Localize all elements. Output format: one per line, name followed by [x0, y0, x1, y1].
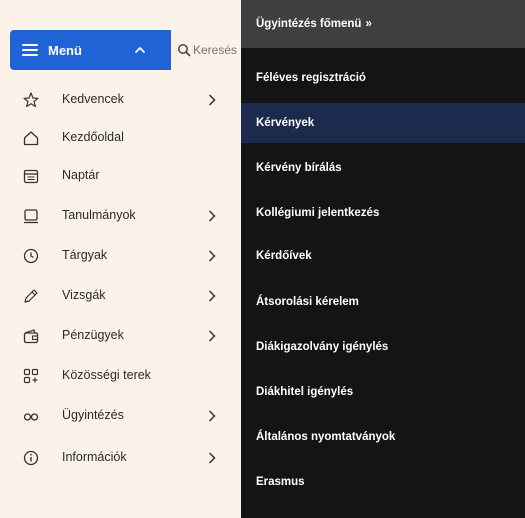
sidebar-item-label: Tárgyak	[62, 248, 108, 262]
chevron-right-icon	[208, 290, 216, 302]
home-icon	[23, 131, 39, 146]
sidebar-item-tanulmanyok[interactable]: Tanulmányok	[10, 197, 230, 235]
submenu-item[interactable]: Átsorolási kérelem	[241, 282, 525, 322]
submenu-item-label: Erasmus	[256, 476, 305, 488]
star-icon	[23, 92, 39, 108]
sidebar-item-label: Tanulmányok	[62, 208, 136, 222]
pencil-icon	[24, 289, 38, 303]
monitor-icon	[24, 209, 38, 224]
sidebar-item-label: Pénzügyek	[62, 328, 124, 342]
submenu-item[interactable]: Diákigazolvány igénylés	[241, 327, 525, 367]
sidebar-item-kezdooldal[interactable]: Kezdőoldal	[10, 119, 230, 157]
sidebar-item-label: Kezdőoldal	[62, 130, 124, 144]
sidebar-item-targyak[interactable]: Tárgyak	[10, 237, 230, 275]
submenu-item[interactable]: Kollégiumi jelentkezés	[241, 193, 525, 233]
sidebar-item-label: Ügyintézés	[62, 408, 124, 422]
submenu-item-label: Kérdőívek	[256, 250, 312, 262]
sidebar-item-ugyintezes[interactable]: Ügyintézés	[10, 397, 230, 435]
sidebar-item-label: Vizsgák	[62, 288, 106, 302]
sidebar-item-label: Információk	[62, 450, 127, 464]
submenu-item-active[interactable]: Kérvények	[241, 103, 525, 143]
submenu-item-label: Átsorolási kérelem	[256, 296, 359, 308]
menu-toggle-button[interactable]: Menü	[10, 30, 171, 70]
clock-icon	[23, 248, 39, 264]
sidebar-item-label: Naptár	[62, 168, 100, 182]
submenu-item-label: Féléves regisztráció	[256, 72, 366, 84]
chevron-right-icon	[208, 452, 216, 464]
hamburger-icon	[22, 44, 38, 56]
sidebar-item-informaciok[interactable]: Információk	[10, 439, 230, 477]
submenu-item-label: Diákigazolvány igénylés	[256, 341, 389, 353]
submenu-item[interactable]: Kérvény bírálás	[241, 148, 525, 188]
grid-plus-icon	[23, 368, 39, 384]
chevron-right-icon	[208, 94, 216, 106]
menu-label: Menü	[48, 42, 82, 58]
infinity-icon	[23, 413, 39, 421]
sidebar-item-naptar[interactable]: Naptár	[10, 157, 230, 195]
submenu-item[interactable]: Kérdőívek	[241, 236, 525, 276]
submenu-item-label: Kérvény bírálás	[256, 162, 342, 174]
chevron-right-icon	[208, 250, 216, 262]
submenu-item-label: Kérvények	[256, 117, 315, 129]
sidebar-item-kozossegi-terek[interactable]: Közösségi terek	[10, 357, 230, 395]
sidebar-item-vizsgak[interactable]: Vizsgák	[10, 277, 230, 315]
search-box[interactable]	[171, 30, 241, 70]
submenu-item-label: Általános nyomtatványok	[256, 431, 396, 443]
chevron-right-icon	[208, 410, 216, 422]
sidebar-item-label: Közösségi terek	[62, 368, 151, 382]
submenu-title[interactable]: Ügyintézés főmenü »	[241, 0, 525, 48]
sidebar-item-label: Kedvencek	[62, 92, 124, 106]
sidebar-item-kedvencek[interactable]: Kedvencek	[10, 81, 230, 119]
submenu-item-label: Kollégiumi jelentkezés	[256, 207, 380, 219]
chevron-up-icon	[135, 46, 145, 53]
chevron-right-icon	[208, 330, 216, 342]
submenu-item[interactable]: Diákhitel igénylés	[241, 372, 525, 412]
submenu-item[interactable]: Általános nyomtatványok	[241, 417, 525, 457]
app-frame: Menü Kedvencek Kezdőoldal Naptár Tanulmá…	[0, 0, 525, 518]
submenu-panel: Ügyintézés főmenü » Féléves regisztráció…	[241, 0, 525, 518]
chevron-right-icon	[208, 210, 216, 222]
submenu-item[interactable]: Féléves regisztráció	[241, 58, 525, 98]
info-icon	[23, 450, 39, 466]
sidebar-item-penzugyek[interactable]: Pénzügyek	[10, 317, 230, 355]
sidebar: Menü Kedvencek Kezdőoldal Naptár Tanulmá…	[10, 30, 241, 518]
search-icon	[178, 44, 191, 57]
calendar-icon	[23, 169, 39, 184]
double-chevron-icon: »	[365, 18, 372, 30]
search-input[interactable]	[191, 43, 241, 57]
submenu-item[interactable]: Erasmus	[241, 462, 525, 502]
submenu-title-text: Ügyintézés főmenü	[256, 18, 362, 30]
wallet-icon	[23, 329, 39, 344]
submenu-item-label: Diákhitel igénylés	[256, 386, 354, 398]
